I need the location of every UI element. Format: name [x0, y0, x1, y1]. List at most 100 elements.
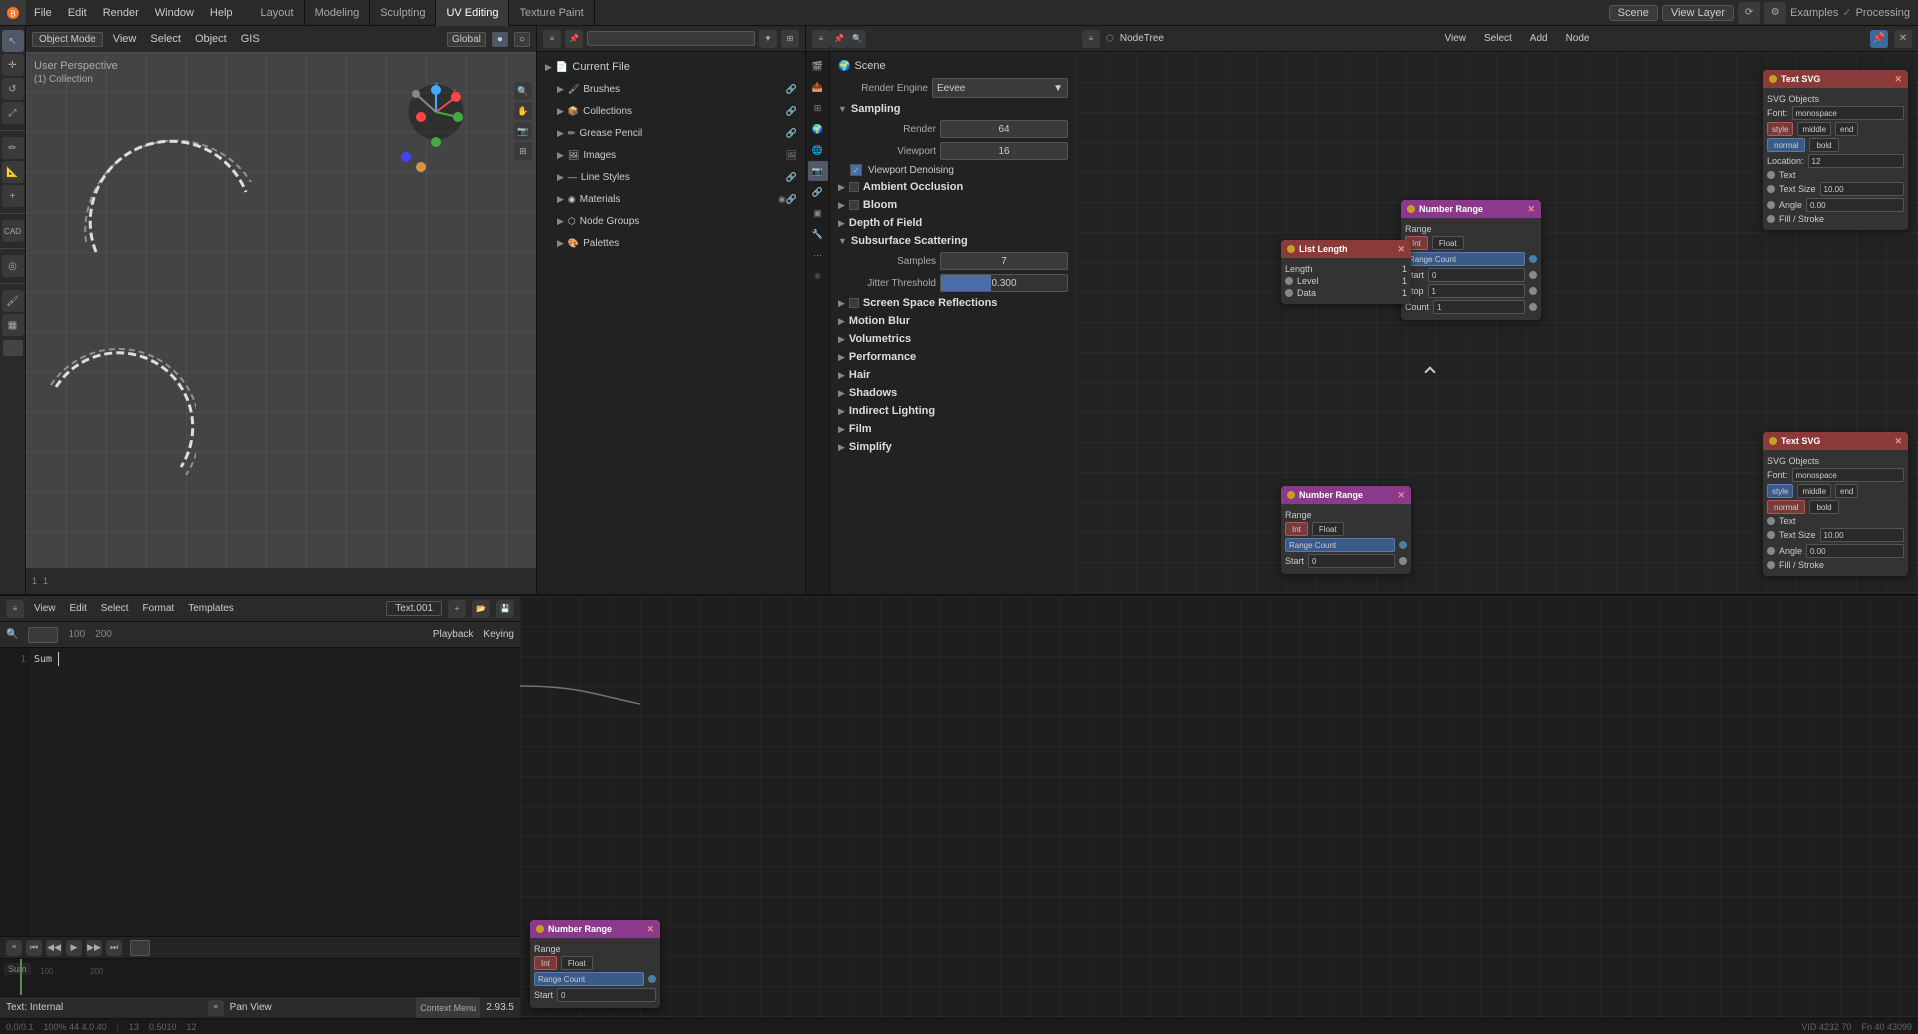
- perf-header[interactable]: ▶ Performance: [834, 348, 1072, 366]
- menu-window[interactable]: Window: [147, 0, 202, 25]
- nrb-float[interactable]: Float: [1312, 522, 1344, 536]
- add-tool[interactable]: +: [2, 185, 24, 207]
- tsv-mid-l[interactable]: style: [1767, 484, 1793, 498]
- il-header[interactable]: ▶ Indirect Lighting: [834, 402, 1072, 420]
- ll-close-icon[interactable]: ✕: [1397, 244, 1405, 255]
- ssr-checkbox[interactable]: [849, 298, 859, 308]
- props-constraints-icon[interactable]: 🔗: [808, 182, 828, 202]
- tsv-mid-m[interactable]: middle: [1797, 484, 1831, 498]
- props-physics-icon[interactable]: ⚛: [808, 266, 828, 286]
- tsv-style-m[interactable]: middle: [1797, 122, 1831, 136]
- ne-view-menu[interactable]: View: [1438, 33, 1472, 44]
- menu-file[interactable]: File: [26, 0, 60, 25]
- film-header[interactable]: ▶ Film: [834, 420, 1072, 438]
- node-text-svg-mid[interactable]: Text SVG ✕ SVG Objects Font: monospace s…: [1763, 432, 1908, 576]
- layers-icon[interactable]: ⊞: [514, 142, 532, 160]
- render-engine-dropdown[interactable]: Eevee ▼: [932, 78, 1068, 98]
- current-file-header[interactable]: ▶ 📄 Current File: [537, 56, 805, 78]
- tl-playhead[interactable]: [20, 959, 22, 995]
- view-layer-name[interactable]: View Layer: [1662, 5, 1734, 21]
- fb-pin-btn[interactable]: 📌: [565, 30, 583, 48]
- ao-checkbox[interactable]: [849, 182, 859, 192]
- tsv-mid-angle-field[interactable]: 0.00: [1806, 544, 1904, 558]
- te-format-menu[interactable]: Format: [139, 603, 179, 614]
- props-object-icon[interactable]: ▣: [808, 203, 828, 223]
- nr-start-field[interactable]: 0: [1428, 268, 1525, 282]
- node-text-svg-top[interactable]: Text SVG ✕ SVG Objects Font: monospace s…: [1763, 70, 1908, 230]
- viewport-transform-btn[interactable]: Global: [447, 32, 486, 47]
- te-select-menu[interactable]: Select: [97, 603, 133, 614]
- move-tool[interactable]: ✛: [2, 54, 24, 76]
- props-view-layer-icon[interactable]: ⊞: [808, 98, 828, 118]
- orbit-tool[interactable]: ◎: [2, 255, 24, 277]
- tsv-top-close[interactable]: ✕: [1894, 74, 1902, 85]
- menu-edit[interactable]: Edit: [60, 0, 95, 25]
- file-line-styles[interactable]: ▶ — Line Styles 🔗: [537, 166, 805, 188]
- props-view-btn[interactable]: ≡: [812, 30, 830, 48]
- file-images[interactable]: ▶ 🖼 Images 🖼: [537, 144, 805, 166]
- ne-select-menu[interactable]: Select: [1478, 33, 1518, 44]
- fill-tool[interactable]: ▦: [2, 314, 24, 336]
- tl-frame-input[interactable]: [130, 940, 150, 956]
- file-materials[interactable]: ▶ ◉ Materials ◉🔗: [537, 188, 805, 210]
- sampling-section-header[interactable]: ▼ Sampling: [834, 100, 1072, 118]
- measure-tool[interactable]: 📐: [2, 161, 24, 183]
- tab-texture-paint[interactable]: Texture Paint: [509, 0, 594, 26]
- nrba-start-field[interactable]: 0: [557, 988, 656, 1002]
- tsv-angle-field[interactable]: 0.00: [1806, 198, 1904, 212]
- tsv-weight-l[interactable]: normal: [1767, 138, 1805, 152]
- file-brushes[interactable]: ▶ 🖌 Brushes 🔗: [537, 78, 805, 100]
- te-search-icon[interactable]: 🔍: [6, 629, 18, 640]
- file-palettes[interactable]: ▶ 🎨 Palettes: [537, 232, 805, 254]
- tsv-mid-wl[interactable]: normal: [1767, 500, 1805, 514]
- viewport-mode-btn[interactable]: Object Mode: [32, 32, 103, 47]
- tsv-mid-size-field[interactable]: 10.00: [1820, 528, 1904, 542]
- te-templates-menu[interactable]: Templates: [184, 603, 238, 614]
- nrba-count-field[interactable]: Range Count: [534, 972, 644, 986]
- sss-header[interactable]: ▼ Subsurface Scattering: [834, 232, 1072, 250]
- te-mode-btn[interactable]: ≡: [208, 1000, 224, 1016]
- viewport-view-menu[interactable]: View: [109, 33, 141, 45]
- props-world-icon[interactable]: 🌐: [808, 140, 828, 160]
- extra-tool[interactable]: [3, 340, 23, 356]
- tl-rewind-btn[interactable]: ◀◀: [46, 940, 62, 956]
- shadows-header[interactable]: ▶ Shadows: [834, 384, 1072, 402]
- tsv-style-l[interactable]: style: [1767, 122, 1793, 136]
- file-grease-pencil[interactable]: ▶ ✏ Grease Pencil 🔗: [537, 122, 805, 144]
- sss-samples-value[interactable]: 7: [940, 252, 1068, 270]
- nrb-close[interactable]: ✕: [1397, 490, 1405, 501]
- tl-view-btn[interactable]: ≡: [6, 940, 22, 956]
- rotate-tool[interactable]: ↺: [2, 78, 24, 100]
- viewport-shading-solid[interactable]: ●: [492, 32, 508, 47]
- viewport-samples-value[interactable]: 16: [940, 142, 1068, 160]
- tsv-mid-r[interactable]: end: [1835, 484, 1858, 498]
- nr-count2-field[interactable]: 1: [1433, 300, 1525, 314]
- te-view-btn[interactable]: ≡: [6, 600, 24, 618]
- tsv-mid-wr[interactable]: bold: [1809, 500, 1838, 514]
- tab-sculpting[interactable]: Sculpting: [370, 0, 436, 26]
- viewport-select-menu[interactable]: Select: [146, 33, 185, 45]
- nrba-float[interactable]: Float: [561, 956, 593, 970]
- cad-tool[interactable]: CAD: [2, 220, 24, 242]
- zoom-icon[interactable]: 🔍: [514, 82, 532, 100]
- tab-modeling[interactable]: Modeling: [305, 0, 371, 26]
- te-new-btn[interactable]: +: [448, 600, 466, 618]
- node-close-icon[interactable]: ✕: [1527, 204, 1535, 215]
- bloom-header[interactable]: ▶ Bloom: [834, 196, 1072, 214]
- bottom-node-area[interactable]: Number Range ✕ Range Int Float Range Cou…: [520, 596, 1918, 1018]
- te-context-btn[interactable]: Context Menu: [416, 997, 480, 1019]
- tl-play-btn[interactable]: ▶: [66, 940, 82, 956]
- viewport-canvas[interactable]: User Perspective (1) Collection: [26, 52, 536, 568]
- nrb-count-field[interactable]: Range Count: [1285, 538, 1395, 552]
- te-edit-menu[interactable]: Edit: [66, 603, 91, 614]
- menu-help[interactable]: Help: [202, 0, 241, 25]
- props-scene-props-icon[interactable]: 🌍: [808, 119, 828, 139]
- props-modifier-icon[interactable]: 🔧: [808, 224, 828, 244]
- ne-pin-btn[interactable]: 📌: [1870, 30, 1888, 48]
- viewport-denoising-checkbox[interactable]: ✓: [850, 164, 862, 176]
- nr-float-btn[interactable]: Float: [1432, 236, 1464, 250]
- select-tool[interactable]: ↖: [2, 30, 24, 52]
- ambient-occlusion-header[interactable]: ▶ Ambient Occlusion: [834, 178, 1072, 196]
- te-file-selector[interactable]: Text.001: [386, 601, 442, 616]
- nrba-int[interactable]: Int: [534, 956, 557, 970]
